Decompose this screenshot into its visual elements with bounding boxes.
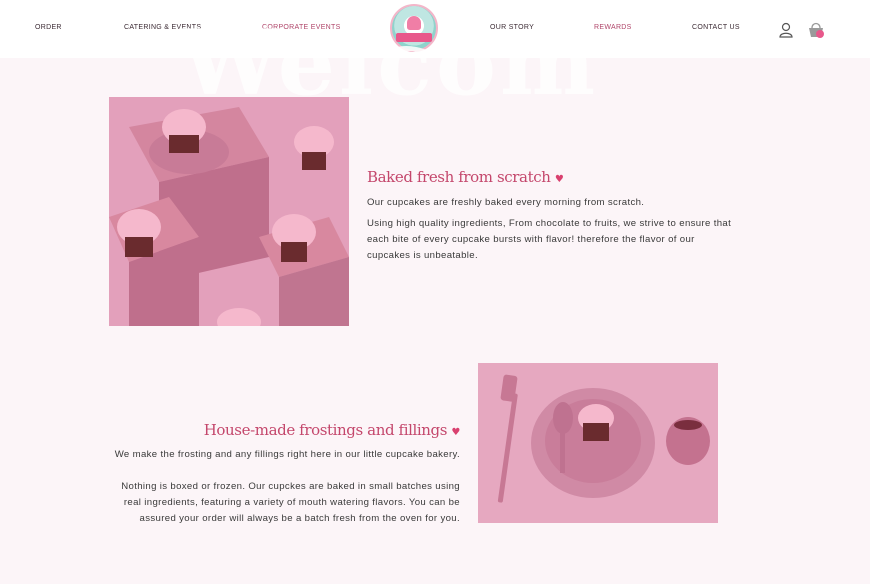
welcome-watermark: Welcom [180, 10, 600, 116]
section2-line1: We make the frosting and any fillings ri… [114, 449, 460, 460]
heart-icon: ♥ [554, 174, 564, 185]
nav-rewards[interactable]: REWARDS [594, 24, 632, 31]
heart-icon: ♥ [451, 427, 460, 438]
section1-line2: Using high quality ingredients, From cho… [367, 218, 732, 261]
section2-line2: Nothing is boxed or frozen. Our cupckes … [121, 481, 460, 524]
cupcakes-on-pedestals-photo [109, 97, 349, 326]
section2-heading: House-made frostings and fillings ♥ [180, 421, 461, 439]
section1-heading: Baked fresh from scratch ♥ [367, 168, 564, 186]
user-icon[interactable] [779, 22, 793, 38]
nav-contact-us[interactable]: CONTACT US [692, 24, 740, 31]
section2-title: House-made frostings and fillings [203, 421, 448, 439]
section1-title: Baked fresh from scratch [367, 168, 551, 186]
section1-line1: Our cupcakes are freshly baked every mor… [367, 197, 645, 208]
cart-count-badge [816, 30, 824, 38]
nav-order[interactable]: ORDER [35, 24, 62, 31]
cupcake-on-plate-photo [478, 363, 718, 523]
